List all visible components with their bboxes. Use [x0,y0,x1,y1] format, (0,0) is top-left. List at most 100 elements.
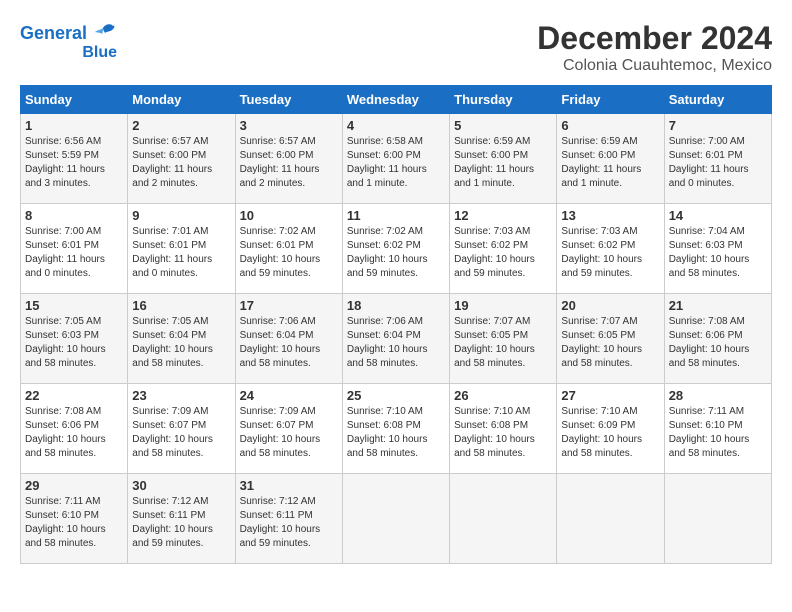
day-number: 5 [454,118,552,133]
day-info: Sunrise: 7:09 AM Sunset: 6:07 PM Dayligh… [240,405,338,461]
day-info: Sunrise: 7:10 AM Sunset: 6:08 PM Dayligh… [347,405,445,461]
day-info: Sunrise: 6:56 AM Sunset: 5:59 PM Dayligh… [25,135,123,191]
calendar-week-row: 1 Sunrise: 6:56 AM Sunset: 5:59 PM Daylig… [21,114,772,204]
calendar-table: SundayMondayTuesdayWednesdayThursdayFrid… [20,85,772,564]
day-info: Sunrise: 7:00 AM Sunset: 6:01 PM Dayligh… [669,135,767,191]
calendar-cell: 17 Sunrise: 7:06 AM Sunset: 6:04 PM Dayli… [235,294,342,384]
day-info: Sunrise: 7:01 AM Sunset: 6:01 PM Dayligh… [132,225,230,281]
calendar-cell: 13 Sunrise: 7:03 AM Sunset: 6:02 PM Dayli… [557,204,664,294]
logo-subtext: Blue [82,44,117,62]
calendar-cell: 4 Sunrise: 6:58 AM Sunset: 6:00 PM Daylig… [342,114,449,204]
calendar-cell: 27Sunrise: 7:10 AM Sunset: 6:09 PM Dayli… [557,384,664,474]
day-number: 17 [240,298,338,313]
day-number: 1 [25,118,123,133]
calendar-header-monday: Monday [128,86,235,114]
calendar-cell: 26 Sunrise: 7:10 AM Sunset: 6:08 PM Dayli… [450,384,557,474]
calendar-cell: 20Sunrise: 7:07 AM Sunset: 6:05 PM Dayli… [557,294,664,384]
day-number: 30 [132,478,230,493]
calendar-cell: 14Sunrise: 7:04 AM Sunset: 6:03 PM Dayli… [664,204,771,294]
calendar-cell: 16 Sunrise: 7:05 AM Sunset: 6:04 PM Dayli… [128,294,235,384]
calendar-cell: 10 Sunrise: 7:02 AM Sunset: 6:01 PM Dayli… [235,204,342,294]
day-info: Sunrise: 7:12 AM Sunset: 6:11 PM Dayligh… [132,495,230,551]
calendar-cell: 6 Sunrise: 6:59 AM Sunset: 6:00 PM Daylig… [557,114,664,204]
day-info: Sunrise: 7:06 AM Sunset: 6:04 PM Dayligh… [347,315,445,371]
day-number: 16 [132,298,230,313]
calendar-cell: 1 Sunrise: 6:56 AM Sunset: 5:59 PM Daylig… [21,114,128,204]
day-number: 3 [240,118,338,133]
day-info: Sunrise: 7:06 AM Sunset: 6:04 PM Dayligh… [240,315,338,371]
calendar-cell: 22 Sunrise: 7:08 AM Sunset: 6:06 PM Dayli… [21,384,128,474]
calendar-cell [342,474,449,564]
calendar-header-saturday: Saturday [664,86,771,114]
day-info: Sunrise: 7:08 AM Sunset: 6:06 PM Dayligh… [669,315,767,371]
calendar-week-row: 8 Sunrise: 7:00 AM Sunset: 6:01 PM Daylig… [21,204,772,294]
calendar-cell: 12Sunrise: 7:03 AM Sunset: 6:02 PM Dayli… [450,204,557,294]
day-info: Sunrise: 7:07 AM Sunset: 6:05 PM Dayligh… [454,315,552,371]
calendar-cell [557,474,664,564]
day-info: Sunrise: 7:04 AM Sunset: 6:03 PM Dayligh… [669,225,767,281]
page-header: General Blue December 2024 Colonia Cuauh… [20,20,772,75]
calendar-cell: 23 Sunrise: 7:09 AM Sunset: 6:07 PM Dayli… [128,384,235,474]
calendar-cell: 7 Sunrise: 7:00 AM Sunset: 6:01 PM Daylig… [664,114,771,204]
day-info: Sunrise: 7:09 AM Sunset: 6:07 PM Dayligh… [132,405,230,461]
day-number: 23 [132,388,230,403]
day-info: Sunrise: 7:07 AM Sunset: 6:05 PM Dayligh… [561,315,659,371]
day-number: 18 [347,298,445,313]
day-info: Sunrise: 7:03 AM Sunset: 6:02 PM Dayligh… [561,225,659,281]
day-info: Sunrise: 7:00 AM Sunset: 6:01 PM Dayligh… [25,225,123,281]
page-subtitle: Colonia Cuauhtemoc, Mexico [537,57,772,75]
day-number: 29 [25,478,123,493]
calendar-cell: 11 Sunrise: 7:02 AM Sunset: 6:02 PM Dayli… [342,204,449,294]
calendar-cell [450,474,557,564]
day-info: Sunrise: 6:58 AM Sunset: 6:00 PM Dayligh… [347,135,445,191]
calendar-cell: 2Sunrise: 6:57 AM Sunset: 6:00 PM Daylig… [128,114,235,204]
day-number: 11 [347,208,445,223]
day-info: Sunrise: 7:12 AM Sunset: 6:11 PM Dayligh… [240,495,338,551]
calendar-cell [664,474,771,564]
logo-text: General [20,24,87,44]
day-number: 21 [669,298,767,313]
day-number: 13 [561,208,659,223]
calendar-cell: 31 Sunrise: 7:12 AM Sunset: 6:11 PM Dayli… [235,474,342,564]
day-number: 19 [454,298,552,313]
day-info: Sunrise: 7:10 AM Sunset: 6:08 PM Dayligh… [454,405,552,461]
calendar-cell: 21 Sunrise: 7:08 AM Sunset: 6:06 PM Dayli… [664,294,771,384]
calendar-cell: 18 Sunrise: 7:06 AM Sunset: 6:04 PM Dayli… [342,294,449,384]
day-number: 26 [454,388,552,403]
calendar-cell: 5 Sunrise: 6:59 AM Sunset: 6:00 PM Daylig… [450,114,557,204]
calendar-week-row: 29 Sunrise: 7:11 AM Sunset: 6:10 PM Dayli… [21,474,772,564]
day-info: Sunrise: 7:11 AM Sunset: 6:10 PM Dayligh… [25,495,123,551]
day-info: Sunrise: 7:08 AM Sunset: 6:06 PM Dayligh… [25,405,123,461]
day-number: 10 [240,208,338,223]
day-info: Sunrise: 7:02 AM Sunset: 6:02 PM Dayligh… [347,225,445,281]
day-number: 8 [25,208,123,223]
calendar-cell: 30 Sunrise: 7:12 AM Sunset: 6:11 PM Dayli… [128,474,235,564]
day-info: Sunrise: 7:03 AM Sunset: 6:02 PM Dayligh… [454,225,552,281]
day-info: Sunrise: 7:05 AM Sunset: 6:04 PM Dayligh… [132,315,230,371]
day-info: Sunrise: 6:59 AM Sunset: 6:00 PM Dayligh… [561,135,659,191]
calendar-cell: 24 Sunrise: 7:09 AM Sunset: 6:07 PM Dayli… [235,384,342,474]
page-title: December 2024 [537,20,772,57]
day-number: 27 [561,388,659,403]
calendar-cell: 29 Sunrise: 7:11 AM Sunset: 6:10 PM Dayli… [21,474,128,564]
day-number: 24 [240,388,338,403]
day-number: 7 [669,118,767,133]
day-info: Sunrise: 7:02 AM Sunset: 6:01 PM Dayligh… [240,225,338,281]
calendar-header-friday: Friday [557,86,664,114]
day-info: Sunrise: 6:57 AM Sunset: 6:00 PM Dayligh… [240,135,338,191]
calendar-cell: 8 Sunrise: 7:00 AM Sunset: 6:01 PM Daylig… [21,204,128,294]
day-number: 4 [347,118,445,133]
calendar-week-row: 22 Sunrise: 7:08 AM Sunset: 6:06 PM Dayli… [21,384,772,474]
day-number: 9 [132,208,230,223]
day-info: Sunrise: 7:05 AM Sunset: 6:03 PM Dayligh… [25,315,123,371]
day-number: 22 [25,388,123,403]
day-info: Sunrise: 6:57 AM Sunset: 6:00 PM Dayligh… [132,135,230,191]
day-number: 31 [240,478,338,493]
day-number: 6 [561,118,659,133]
calendar-cell: 19 Sunrise: 7:07 AM Sunset: 6:05 PM Dayli… [450,294,557,384]
title-block: December 2024 Colonia Cuauhtemoc, Mexico [537,20,772,75]
calendar-cell: 28Sunrise: 7:11 AM Sunset: 6:10 PM Dayli… [664,384,771,474]
calendar-header-thursday: Thursday [450,86,557,114]
day-info: Sunrise: 6:59 AM Sunset: 6:00 PM Dayligh… [454,135,552,191]
calendar-week-row: 15Sunrise: 7:05 AM Sunset: 6:03 PM Dayli… [21,294,772,384]
